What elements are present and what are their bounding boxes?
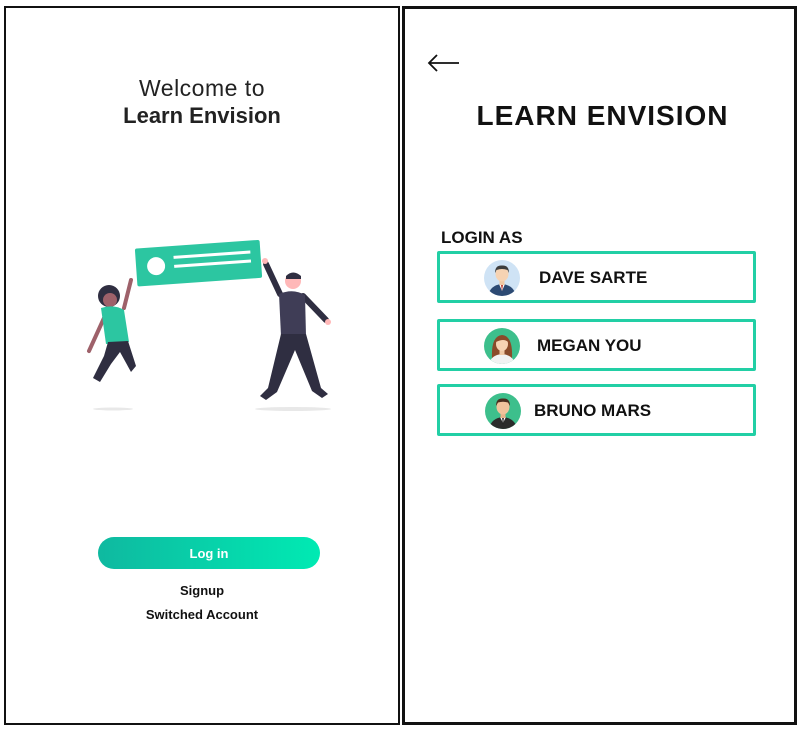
account-name: DAVE SARTE [539, 268, 648, 287]
welcome-screen: Welcome to Learn Envision Log in Signup … [4, 6, 400, 725]
login-as-label: LOGIN AS [441, 228, 523, 247]
account-card-megan-you[interactable]: MEGAN YOU [437, 319, 756, 371]
page-title: LEARN ENVISION [476, 100, 729, 131]
avatar-man-tie-icon [485, 393, 521, 429]
people-holding-card-illustration [87, 239, 331, 411]
arrow-left-icon[interactable] [427, 53, 461, 73]
switched-account-link[interactable]: Switched Account [6, 607, 398, 622]
login-as-screen: LEARN ENVISION LOGIN AS DAVE SARTE MEGAN… [402, 6, 797, 725]
avatar-woman-icon [484, 328, 520, 364]
signup-link[interactable]: Signup [6, 583, 398, 598]
account-name: MEGAN YOU [537, 336, 642, 355]
login-button[interactable]: Log in [98, 537, 320, 569]
account-card-dave-sarte[interactable]: DAVE SARTE [437, 251, 756, 303]
app-name-heading: Learn Envision [123, 103, 281, 128]
welcome-heading: Welcome to [138, 75, 265, 101]
avatar-man-suit-icon [484, 260, 520, 296]
account-card-bruno-mars[interactable]: BRUNO MARS [437, 384, 756, 436]
account-name: BRUNO MARS [534, 401, 652, 420]
